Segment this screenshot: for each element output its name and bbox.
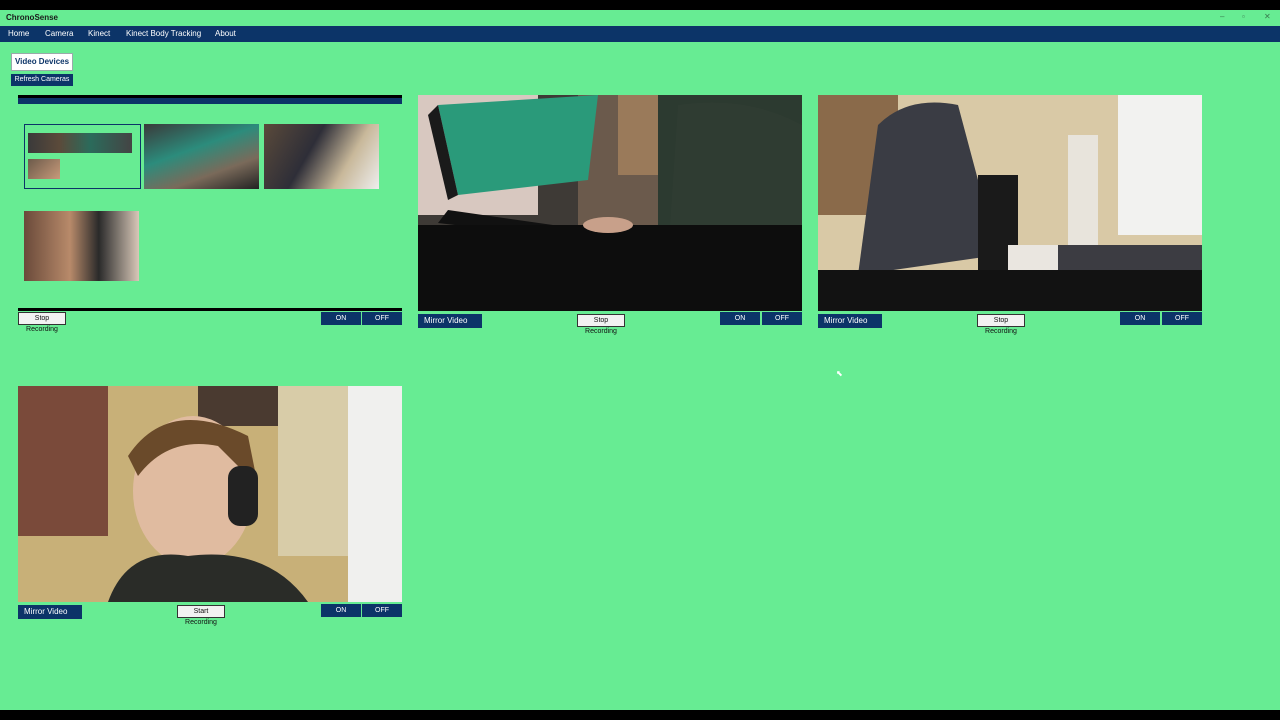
room-camera-image [818,95,1202,311]
menu-item-camera[interactable]: Camera [45,29,73,38]
minimize-icon[interactable]: – [1220,13,1224,21]
title-bar: ChronoSense – ▫ ✕ [0,10,1280,26]
on-button-desk[interactable]: ON [720,312,760,325]
on-button-screen[interactable]: ON [321,312,361,325]
menu-item-kinect-body-tracking[interactable]: Kinect Body Tracking [126,29,201,38]
restore-icon[interactable]: ▫ [1242,13,1245,21]
on-button-face[interactable]: ON [321,604,361,617]
face-camera-image [18,386,402,602]
desk-camera-image [418,95,802,311]
app-window: ChronoSense – ▫ ✕ Home Camera Kinect Kin… [0,10,1280,710]
close-icon[interactable]: ✕ [1264,13,1271,21]
video-feed-screen-capture [18,95,402,311]
on-button-room[interactable]: ON [1120,312,1160,325]
stop-recording-button-screen[interactable]: Stop Recording [18,312,66,333]
stop-recording-button-room[interactable]: Stop Recording [977,314,1025,335]
off-button-desk[interactable]: OFF [762,312,802,325]
menu-item-home[interactable]: Home [8,29,29,38]
mirror-video-button-face[interactable]: Mirror Video [18,605,82,619]
video-feed-face-camera [18,386,402,602]
video-feed-room-camera [818,95,1202,311]
menu-bar: Home Camera Kinect Kinect Body Tracking … [0,26,1280,42]
off-button-face[interactable]: OFF [362,604,402,617]
mirror-video-button-room[interactable]: Mirror Video [818,314,882,328]
mirror-video-button-desk[interactable]: Mirror Video [418,314,482,328]
stop-recording-button-desk[interactable]: Stop Recording [577,314,625,335]
mouse-pointer-icon: ⬉ [836,369,843,378]
menu-item-about[interactable]: About [215,29,236,38]
start-recording-button-face[interactable]: Start Recording [177,605,225,626]
refresh-cameras-button[interactable]: Refresh Cameras [11,74,73,86]
video-devices-button[interactable]: Video Devices [11,53,73,71]
off-button-room[interactable]: OFF [1162,312,1202,325]
menu-item-kinect[interactable]: Kinect [88,29,110,38]
video-feed-desk-camera [418,95,802,311]
off-button-screen[interactable]: OFF [362,312,402,325]
app-title: ChronoSense [6,13,59,22]
